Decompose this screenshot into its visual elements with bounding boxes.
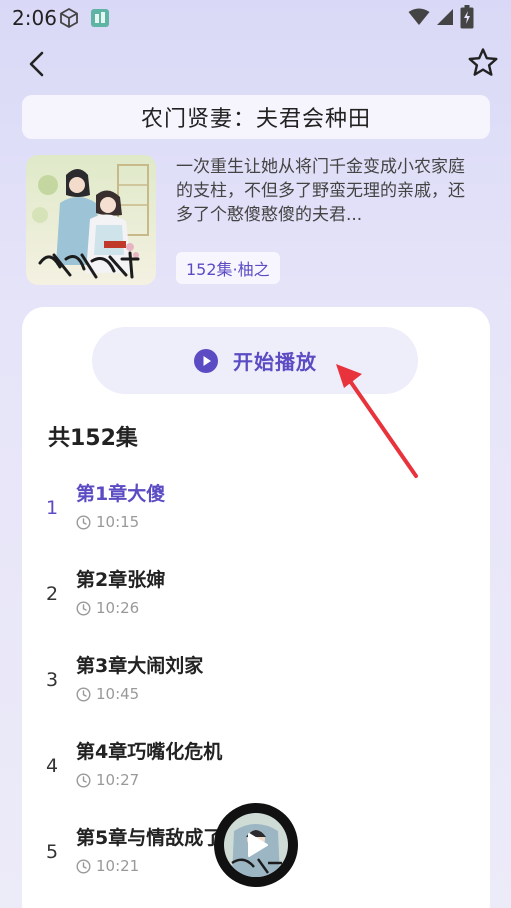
episode-title: 第1章大傻 <box>76 483 166 505</box>
episode-meta: 10:21 <box>76 857 139 875</box>
cover-illustration <box>26 155 156 285</box>
clock-icon <box>76 600 91 616</box>
wifi-icon <box>408 8 430 25</box>
episode-number: 5 <box>46 841 59 863</box>
start-play-label: 开始播放 <box>233 350 317 374</box>
star-icon[interactable] <box>466 46 500 80</box>
episode-count: 共152集 <box>48 426 138 451</box>
signal-icon <box>437 9 453 25</box>
list-item[interactable]: 1 第1章大傻 10:15 <box>22 467 490 553</box>
episode-title: 第4章巧嘴化危机 <box>76 741 223 763</box>
episode-number: 4 <box>46 755 59 777</box>
book-cover <box>26 155 156 285</box>
list-item[interactable]: 2 第2章张婶 10:26 <box>22 553 490 639</box>
episode-meta: 10:27 <box>76 771 139 789</box>
mini-player[interactable] <box>214 803 298 887</box>
episode-title: 第5章与情敌成了 <box>76 827 223 849</box>
clock-icon <box>76 686 91 702</box>
book-title: 农门贤妻：夫君会种田 <box>22 95 490 139</box>
book-synopsis: 一次重生让她从将门千金变成小农家庭的支柱，不但多了野蛮无理的亲戚，还多了个憨傻憨… <box>176 157 465 225</box>
play-icon <box>248 833 268 857</box>
episode-number: 2 <box>46 583 59 605</box>
episode-duration: 10:27 <box>96 771 140 789</box>
cube-icon <box>60 7 78 29</box>
battery-icon <box>460 5 474 29</box>
episode-meta: 10:15 <box>76 513 139 531</box>
episode-number: 3 <box>46 669 59 691</box>
back-icon[interactable] <box>22 48 52 80</box>
episode-duration: 10:15 <box>96 513 140 531</box>
episode-title: 第2章张婶 <box>76 569 166 591</box>
status-bar: 2:06 <box>0 0 511 36</box>
list-item[interactable]: 4 第4章巧嘴化危机 10:27 <box>22 725 490 811</box>
episode-meta: 10:26 <box>76 599 139 617</box>
play-circle-icon <box>194 348 218 373</box>
clock-icon <box>76 772 91 788</box>
clock-icon <box>76 514 91 530</box>
episode-author-tag[interactable]: 152集·柚之 <box>176 252 280 284</box>
episode-meta: 10:45 <box>76 685 139 703</box>
episode-duration: 10:26 <box>96 599 140 617</box>
status-time: 2:06 <box>12 6 57 30</box>
app-notification-icon <box>91 9 109 27</box>
episode-title: 第3章大闹刘家 <box>76 655 204 677</box>
episode-duration: 10:21 <box>96 857 140 875</box>
start-play-button[interactable]: 开始播放 <box>92 327 418 394</box>
episode-number: 1 <box>46 497 59 519</box>
episode-duration: 10:45 <box>96 685 140 703</box>
list-item[interactable]: 3 第3章大闹刘家 10:45 <box>22 639 490 725</box>
clock-icon <box>76 858 91 874</box>
